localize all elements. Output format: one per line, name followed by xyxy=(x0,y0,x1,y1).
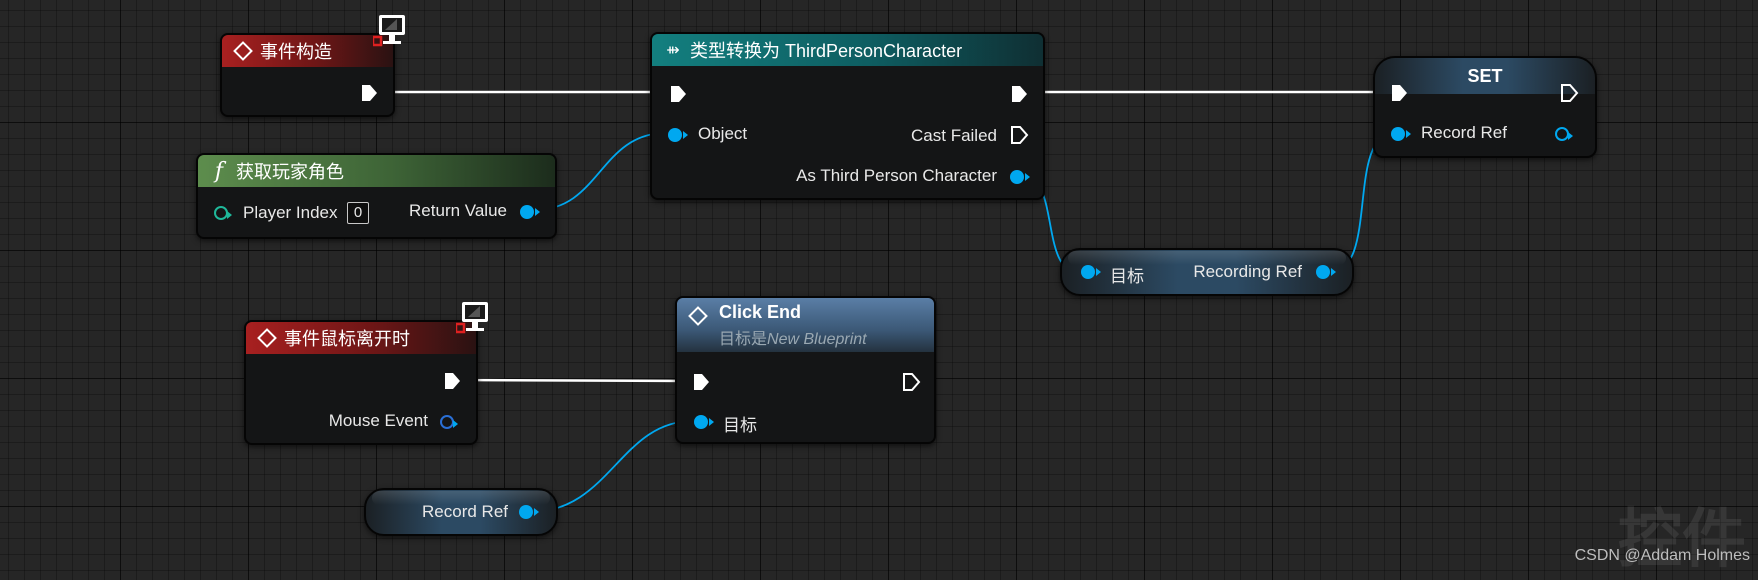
recording-target-pin[interactable] xyxy=(1081,265,1101,279)
set-exec-in-pin[interactable] xyxy=(1389,83,1409,103)
client-server-icon xyxy=(456,302,488,334)
click-end-subtitle: 目标是New Blueprint xyxy=(719,325,867,349)
cast-failed-label: Cast Failed xyxy=(911,126,997,145)
cast-node[interactable]: ⇻ 类型转换为 ThirdPersonCharacter Object Cast… xyxy=(650,32,1045,200)
set-record-ref-in-pin[interactable] xyxy=(1391,127,1411,141)
click-end-exec-out-pin[interactable] xyxy=(901,372,921,392)
background-overlay-text: 控件 xyxy=(1618,503,1746,575)
event-construct-title: 事件构造 xyxy=(260,42,332,62)
cast-arrow-icon: ⇻ xyxy=(666,42,680,59)
recording-target-label: 目标 xyxy=(1110,267,1144,286)
player-index-label: Player Index xyxy=(243,203,338,222)
set-node[interactable]: SET Record Ref xyxy=(1373,56,1597,158)
function-icon: f xyxy=(214,158,224,184)
player-index-pin[interactable] xyxy=(214,206,232,220)
event-diamond-icon xyxy=(233,41,253,61)
set-exec-out-pin[interactable] xyxy=(1559,83,1579,103)
return-value-pin[interactable] xyxy=(520,205,540,219)
mouse-leave-exec-out-pin[interactable] xyxy=(442,371,462,391)
return-value-label: Return Value xyxy=(409,201,507,220)
mouse-leave-event-node[interactable]: 事件鼠标离开时 Mouse Event xyxy=(244,320,478,445)
click-end-title: Click End xyxy=(719,302,802,322)
cast-object-pin[interactable] xyxy=(668,128,688,142)
cast-failed-exec-pin[interactable] xyxy=(1009,125,1029,145)
event-diamond-icon xyxy=(257,328,277,348)
record-ref-var-out-pin[interactable] xyxy=(519,505,539,519)
event-construct-node[interactable]: 事件构造 xyxy=(220,33,395,117)
recording-ref-getter-node[interactable]: 目标 Recording Ref xyxy=(1060,248,1354,296)
cast-header[interactable]: ⇻ 类型转换为 ThirdPersonCharacter xyxy=(652,34,1043,66)
click-end-exec-in-pin[interactable] xyxy=(691,372,711,392)
get-player-character-node[interactable]: f 获取玩家角色 Player Index 0 Return Value xyxy=(196,153,557,239)
set-title: SET xyxy=(1467,65,1503,86)
cast-object-label: Object xyxy=(698,124,748,143)
client-server-icon xyxy=(373,15,405,47)
get-player-title: 获取玩家角色 xyxy=(236,162,344,182)
click-end-target-pin[interactable] xyxy=(694,415,714,429)
set-record-ref-out-pin[interactable] xyxy=(1555,127,1573,141)
recording-ref-out-pin[interactable] xyxy=(1316,265,1336,279)
player-index-input[interactable]: 0 xyxy=(347,202,369,224)
watermark: CSDN @Addam Holmes xyxy=(1574,547,1750,564)
cast-exec-out-pin[interactable] xyxy=(1009,84,1029,104)
click-end-subtitle-prefix: 目标是 xyxy=(719,331,768,348)
click-end-header[interactable]: Click End 目标是New Blueprint xyxy=(677,298,934,352)
click-end-node[interactable]: Click End 目标是New Blueprint 目标 xyxy=(675,296,936,444)
cast-title: 类型转换为 ThirdPersonCharacter xyxy=(690,41,963,61)
get-player-header[interactable]: f 获取玩家角色 xyxy=(198,155,555,187)
click-end-subtitle-class: New Blueprint xyxy=(767,331,867,348)
mouse-leave-header[interactable]: 事件鼠标离开时 xyxy=(246,322,476,354)
click-end-target-label: 目标 xyxy=(723,416,757,435)
cast-as-label: As Third Person Character xyxy=(796,166,997,185)
exec-wire-mouse-to-click-end xyxy=(459,378,691,383)
cast-exec-in-pin[interactable] xyxy=(668,84,688,104)
set-record-ref-label: Record Ref xyxy=(1421,123,1507,142)
event-construct-header[interactable]: 事件构造 xyxy=(222,35,393,67)
mouse-leave-title: 事件鼠标离开时 xyxy=(284,329,410,349)
record-ref-var-label: Record Ref xyxy=(422,502,508,521)
record-ref-variable-node[interactable]: Record Ref xyxy=(364,488,558,536)
exec-out-pin[interactable] xyxy=(359,83,379,103)
cast-as-pin[interactable] xyxy=(1010,170,1030,184)
function-diamond-icon xyxy=(688,306,708,326)
mouse-event-label: Mouse Event xyxy=(328,411,428,430)
mouse-event-pin[interactable] xyxy=(440,415,458,429)
recording-ref-label: Recording Ref xyxy=(1193,262,1302,281)
